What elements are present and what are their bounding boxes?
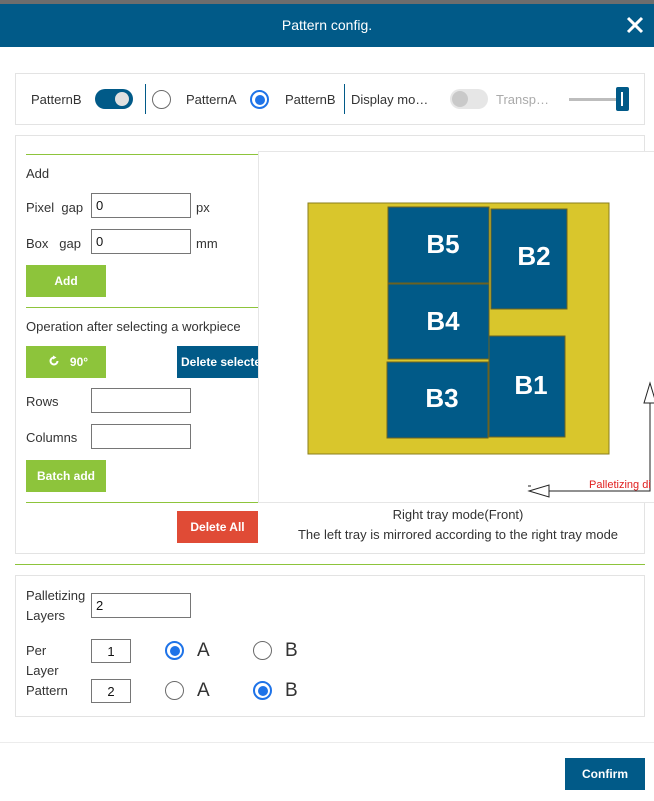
divider (26, 502, 258, 503)
divider (15, 564, 645, 565)
radio-pattern-b[interactable] (250, 90, 269, 109)
transparency-slider-track[interactable] (569, 98, 623, 101)
box-gap-label: Box gap (26, 236, 81, 251)
rows-label: Rows (26, 394, 59, 409)
layer-1-option-a: A (197, 640, 210, 661)
layer-2-number[interactable] (91, 679, 131, 703)
layer-2-option-b: B (285, 680, 298, 701)
tray-mode-note: The left tray is mirrored according to t… (297, 527, 619, 542)
layer-1-number[interactable] (91, 639, 131, 663)
tray-mode-title: Right tray mode(Front) (392, 507, 524, 522)
box-b5-label: B5 (426, 229, 459, 259)
per-layer-pattern-label: Per Layer Pattern (26, 643, 68, 698)
rows-input[interactable] (91, 388, 191, 413)
pattern-toggle[interactable] (95, 89, 133, 109)
columns-input[interactable] (91, 424, 191, 449)
close-icon[interactable] (622, 11, 648, 39)
box-gap-input[interactable] (91, 229, 191, 254)
dialog-header: Pattern config. (0, 4, 654, 47)
display-mode-toggle[interactable] (450, 89, 488, 109)
pixel-unit: px (196, 200, 210, 215)
rotate-button-label: 90° (69, 355, 89, 370)
layer-2-radio-b[interactable] (253, 681, 272, 700)
palletizing-direction-label: Palletizing di (589, 479, 651, 491)
transparency-slider-handle[interactable] (616, 87, 629, 111)
layer-1-option-b: B (285, 640, 298, 661)
delete-selected-label: Delete selecte (181, 355, 258, 369)
operation-heading: Operation after selecting a workpiece (26, 319, 241, 334)
box-b4[interactable]: B4 (387, 283, 490, 360)
delete-all-button[interactable]: Delete All (177, 511, 258, 543)
pattern-options-bar: PatternB PatternA PatternB Display mo… T… (15, 73, 645, 125)
pallet-preview[interactable]: B5 B2 B4 B3 B1 Palletizing di (258, 151, 654, 503)
layer-1-radio-a[interactable] (165, 641, 184, 660)
radio-pattern-a-label: PatternA (186, 92, 237, 107)
pallet-canvas: B5 B2 B4 B3 B1 Palletizing di (307, 202, 654, 498)
footer-divider (0, 742, 654, 743)
layer-1-radio-b[interactable] (253, 641, 272, 660)
pixel-gap-label: Pixel gap (26, 200, 84, 215)
divider (344, 84, 345, 114)
box-unit: mm (196, 236, 218, 251)
rotate-icon (48, 355, 60, 370)
box-b1-label: B1 (514, 370, 547, 400)
layer-2-radio-a[interactable] (165, 681, 184, 700)
batch-add-button[interactable]: Batch add (26, 460, 106, 492)
divider (145, 84, 146, 114)
box-b2[interactable]: B2 (490, 208, 568, 310)
box-b2-label: B2 (517, 241, 550, 271)
box-b5[interactable]: B5 (387, 206, 490, 284)
palletizing-layers-label: Palletizing Layers (26, 588, 86, 623)
box-b3[interactable]: B3 (386, 361, 489, 439)
divider (26, 307, 258, 308)
box-b4-label: B4 (426, 306, 460, 336)
confirm-button[interactable]: Confirm (565, 758, 645, 790)
layer-2-option-a: A (197, 680, 210, 701)
columns-label: Columns (26, 430, 78, 445)
pixel-gap-input[interactable] (91, 193, 191, 218)
radio-pattern-b-label: PatternB (285, 92, 336, 107)
box-b1[interactable]: B1 (488, 335, 566, 438)
rotate-button[interactable]: 90° (26, 346, 106, 378)
display-mode-label: Display mo… (351, 92, 429, 107)
add-heading: Add (26, 166, 50, 181)
radio-pattern-a[interactable] (152, 90, 171, 109)
dialog-title: Pattern config. (281, 17, 373, 33)
add-button[interactable]: Add (26, 265, 106, 297)
box-b3-label: B3 (425, 383, 458, 413)
transparency-label: Transp… (496, 92, 549, 107)
palletizing-layers-input[interactable] (91, 593, 191, 618)
delete-selected-button[interactable]: Delete selecte (177, 346, 258, 378)
pattern-toggle-label: PatternB (31, 92, 82, 107)
divider (26, 154, 258, 155)
